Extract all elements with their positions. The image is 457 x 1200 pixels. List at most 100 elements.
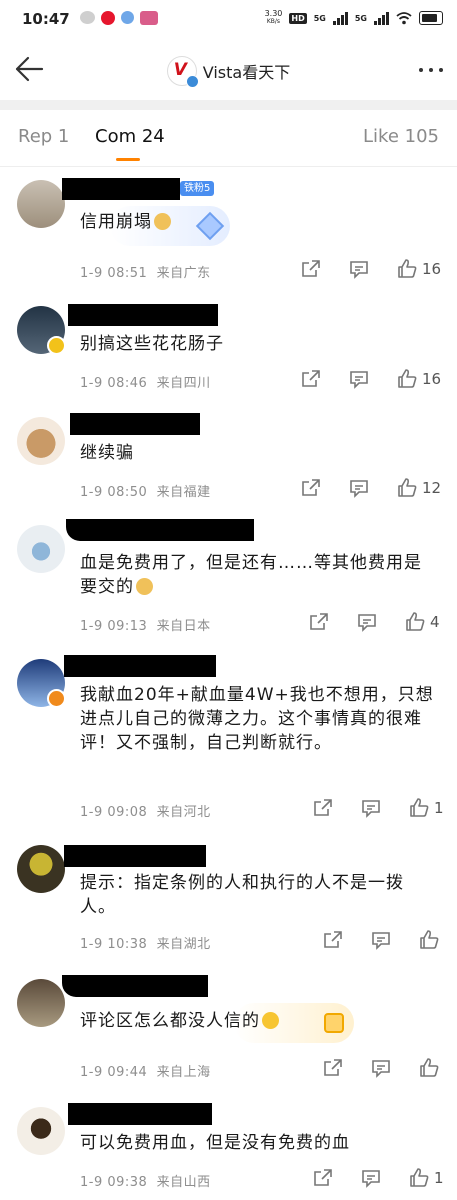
net2-label: 5G [354, 13, 367, 23]
username-redacted[interactable] [62, 975, 208, 997]
app-icon [121, 11, 134, 24]
comment-actions: 16 [300, 368, 441, 390]
like-icon[interactable] [396, 258, 418, 280]
comment-text: 我献血20年+献血量4W+我也不想用，只想进点儿自己的微薄之力。这个事情真的很难… [80, 685, 434, 753]
comment-icon[interactable] [370, 929, 392, 951]
like-count: 16 [422, 370, 442, 388]
nav-bar: Vista看天下 [0, 40, 457, 100]
share-icon[interactable] [322, 1057, 344, 1079]
status-bar: 10:47 3.30 KB/s HD 5G 5G [0, 0, 457, 40]
comment-meta: 1-9 09:13 来自日本 [80, 619, 211, 634]
comment-text: 评论区怎么都没人信的 [80, 1009, 437, 1033]
like-count: 16 [422, 260, 442, 278]
username-redacted[interactable] [70, 413, 200, 435]
comment-icon[interactable] [348, 368, 370, 390]
comment-actions: 1 [312, 797, 444, 819]
share-icon[interactable] [312, 1167, 334, 1189]
like-count: 4 [430, 613, 440, 631]
comment-text: 别搞这些花花肠子 [80, 334, 224, 354]
wechat-icon [80, 11, 95, 24]
avatar[interactable] [17, 525, 65, 573]
page-title: Vista看天下 [202, 63, 291, 82]
username-redacted[interactable] [66, 519, 254, 541]
comment-meta: 1-9 10:38 来自湖北 [80, 937, 211, 952]
avatar[interactable] [17, 180, 65, 228]
username-redacted[interactable] [62, 178, 180, 200]
like-count: 1 [434, 799, 444, 817]
comment-item: 评论区怎么都没人信的 1-9 09:44 来自上海 [0, 965, 457, 1095]
tab-likes[interactable]: Like 105 [363, 126, 439, 147]
notification-icons [80, 11, 158, 25]
tab-comments[interactable]: Com 24 [95, 126, 165, 147]
verified-icon [185, 75, 199, 88]
like-count: 1 [434, 1169, 444, 1187]
comment-actions: 4 [308, 611, 440, 633]
laugh-emoji-icon [262, 1012, 279, 1029]
username-redacted[interactable] [68, 304, 218, 326]
share-icon[interactable] [322, 929, 344, 951]
like-icon[interactable] [408, 797, 430, 819]
comment-meta: 1-9 08:46 来自四川 [80, 376, 211, 391]
avatar[interactable] [17, 979, 65, 1027]
tab-reposts[interactable]: Rep 1 [18, 126, 69, 147]
net1-label: 5G [313, 13, 326, 23]
signal-icon [332, 11, 348, 25]
account-logo [166, 56, 199, 88]
like-icon[interactable] [418, 929, 440, 951]
comment-item: 别搞这些花花肠子 1-9 08:46 来自四川 16 [0, 296, 457, 409]
username-redacted[interactable] [64, 845, 206, 867]
doge-emoji-icon [136, 578, 153, 595]
weibo-icon [101, 11, 115, 25]
comment-text: 信用崩塌 [80, 210, 437, 234]
share-icon[interactable] [300, 368, 322, 390]
comment-meta: 1-9 08:51 来自广东 [80, 266, 211, 281]
username-redacted[interactable] [68, 1103, 212, 1125]
like-icon[interactable] [408, 1167, 430, 1189]
verified-orange-icon [47, 689, 66, 708]
tab-indicator [116, 158, 140, 161]
comment-icon[interactable] [348, 477, 370, 499]
share-icon[interactable] [308, 611, 330, 633]
comment-actions: 1 [312, 1167, 444, 1189]
comment-actions [322, 929, 444, 951]
status-time: 10:47 [22, 10, 70, 28]
tab-bar: Rep 1 Com 24 Like 105 [0, 110, 457, 167]
comment-icon[interactable] [360, 1167, 382, 1189]
comment-text: 继续骗 [80, 443, 134, 463]
share-icon[interactable] [300, 477, 322, 499]
like-icon[interactable] [396, 477, 418, 499]
like-icon[interactable] [396, 368, 418, 390]
fan-badge: 铁粉5 [180, 181, 215, 196]
comment-icon[interactable] [356, 611, 378, 633]
video-app-icon [140, 11, 158, 25]
like-count: 12 [422, 479, 442, 497]
comment-icon[interactable] [348, 258, 370, 280]
more-icon[interactable] [419, 68, 443, 72]
like-icon[interactable] [404, 611, 426, 633]
network-speed: 3.30 KB/s [264, 9, 283, 26]
doge-emoji-icon [154, 213, 171, 230]
wifi-icon [396, 11, 412, 24]
comment-icon[interactable] [360, 797, 382, 819]
signal2-icon [374, 11, 389, 25]
comment-item: 铁粉5 信用崩塌 1-9 08:51 来自广东 16 [0, 166, 457, 296]
comment-item: 继续骗 1-9 08:50 来自福建 12 [0, 409, 457, 511]
divider [0, 100, 457, 110]
share-icon[interactable] [312, 797, 334, 819]
battery-icon [419, 11, 443, 25]
comment-meta: 1-9 08:50 来自福建 [80, 485, 211, 500]
comment-item: 我献血20年+献血量4W+我也不想用，只想进点儿自己的微薄之力。这个事情真的很难… [0, 649, 457, 835]
comment-meta: 1-9 09:44 来自上海 [80, 1065, 211, 1080]
comment-text: 可以免费用血，但是没有免费的血 [80, 1133, 350, 1153]
username-redacted[interactable] [64, 655, 216, 677]
avatar[interactable] [17, 845, 65, 893]
avatar[interactable] [17, 1107, 65, 1155]
status-right: 3.30 KB/s HD 5G 5G [265, 10, 443, 26]
like-icon[interactable] [418, 1057, 440, 1079]
avatar[interactable] [17, 417, 65, 465]
account-header[interactable]: Vista看天下 [0, 56, 457, 88]
hd-icon: HD [289, 12, 307, 24]
share-icon[interactable] [300, 258, 322, 280]
comment-icon[interactable] [370, 1057, 392, 1079]
comment-item: 血是免费用了，但是还有……等其他费用是要交的 1-9 09:13 来自日本 4 [0, 511, 457, 649]
